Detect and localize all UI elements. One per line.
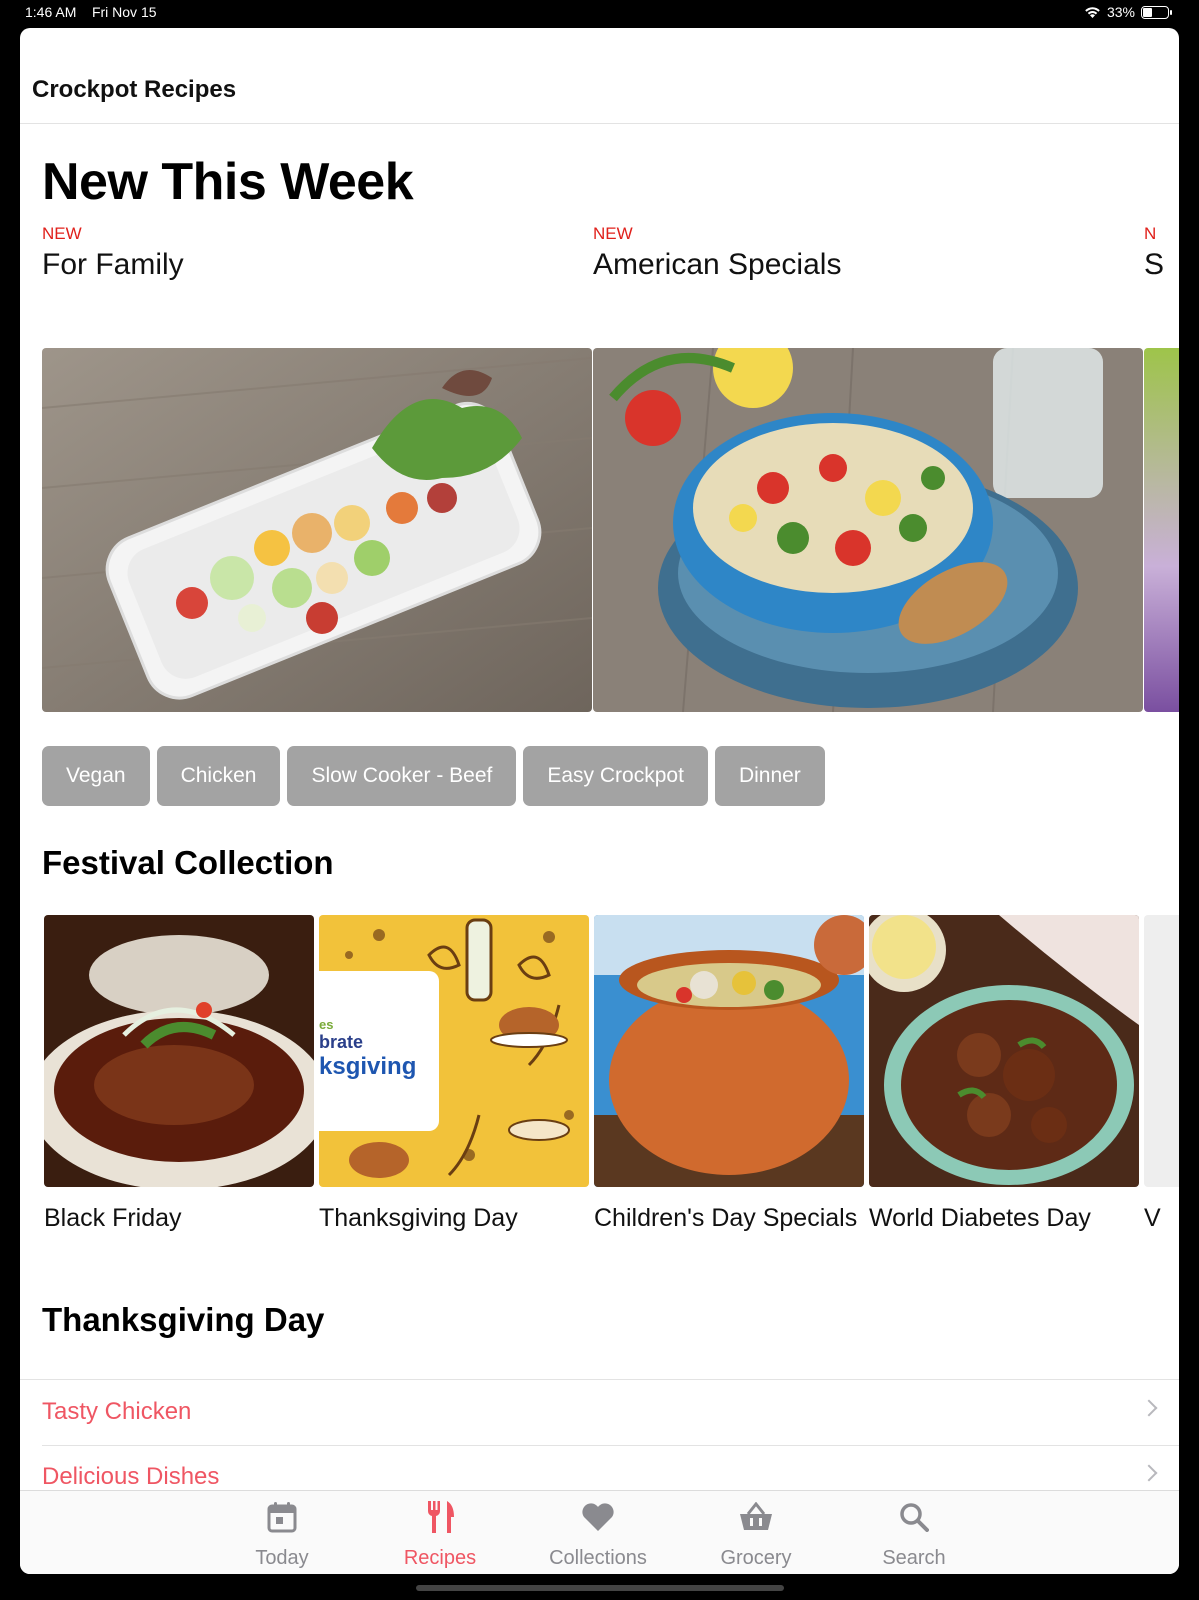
festival-item-label: V <box>1144 1204 1161 1232</box>
chevron-right-icon <box>1140 1464 1158 1482</box>
battery-icon <box>1141 5 1172 19</box>
new-this-week-heading: New This Week <box>42 153 414 211</box>
basket-icon <box>740 1502 772 1530</box>
home-indicator[interactable] <box>416 1585 784 1591</box>
partial-festival-image <box>1144 915 1179 1187</box>
tab-collections[interactable]: Collections <box>538 1497 658 1570</box>
list-item-label: Tasty Chicken <box>42 1398 192 1425</box>
tag-vegan[interactable]: Vegan <box>42 746 150 806</box>
tab-recipes[interactable]: Recipes <box>380 1497 500 1570</box>
festival-item-black-friday[interactable]: Black Friday <box>44 915 314 1237</box>
feature-title: American Specials <box>593 248 842 281</box>
battery-percent: 33% <box>1106 4 1135 20</box>
status-time-text: 1:46 AM <box>25 4 77 20</box>
navigation-bar: Crockpot Recipes <box>20 28 1179 124</box>
thanksgiving-day-heading: Thanksgiving Day <box>42 1301 325 1338</box>
nav-title: Crockpot Recipes <box>32 76 237 103</box>
festival-item-partial[interactable]: V <box>1144 915 1179 1237</box>
feature-badge: N <box>1144 224 1157 243</box>
festival-item-thanksgiving-day[interactable]: es brate ksgiving Thanksgiving Day <box>319 915 589 1237</box>
heart-icon <box>582 1503 614 1531</box>
tag-easy-crockpot[interactable]: Easy Crockpot <box>523 746 708 806</box>
thanksgiving-card: es brate ksgiving <box>319 971 439 1131</box>
search-icon <box>900 1503 929 1532</box>
thanksgiving-card-line-3: ksgiving <box>319 1053 417 1080</box>
feature-card-for-family[interactable]: NEW For Family <box>42 224 594 712</box>
festival-item-label: World Diabetes Day <box>869 1204 1091 1232</box>
thanksgiving-illustration: es brate ksgiving <box>319 915 589 1187</box>
feature-badge: NEW <box>42 224 82 243</box>
festival-collection-heading: Festival Collection <box>42 844 334 881</box>
festival-item-childrens-day[interactable]: Children's Day Specials <box>594 915 864 1237</box>
tab-search[interactable]: Search <box>854 1497 974 1570</box>
feature-card-american-specials[interactable]: NEW American Specials <box>593 224 1145 712</box>
chicken-curry-image <box>869 915 1139 1187</box>
feature-card-partial[interactable]: N S <box>1144 224 1179 712</box>
partial-feature-image[interactable] <box>1144 348 1179 712</box>
list-item-label: Delicious Dishes <box>42 1463 220 1490</box>
category-tags: Vegan Chicken Slow Cooker - Beef Easy Cr… <box>42 746 825 806</box>
tab-today[interactable]: Today <box>222 1497 342 1570</box>
tab-bar: Today Recipes Collections Grocery Search <box>20 1490 1179 1574</box>
tab-label: Grocery <box>720 1547 792 1569</box>
tag-dinner[interactable]: Dinner <box>714 746 825 806</box>
festival-item-label: Thanksgiving Day <box>319 1204 518 1232</box>
tag-slow-cooker-beef[interactable]: Slow Cooker - Beef <box>287 746 517 806</box>
festival-item-label: Children's Day Specials <box>594 1204 858 1232</box>
quinoa-bowl-image[interactable] <box>593 348 1143 712</box>
black-friday-image <box>44 915 314 1187</box>
status-time: 1:46 AM Fri Nov 15 <box>25 4 157 20</box>
chevron-right-icon <box>1140 1399 1158 1417</box>
tab-label: Today <box>255 1547 309 1569</box>
feature-title: S <box>1144 248 1165 281</box>
calendar-icon <box>267 1502 297 1533</box>
list-item-tasty-chicken[interactable]: Tasty Chicken <box>20 1379 1179 1445</box>
tab-label: Recipes <box>403 1547 477 1569</box>
thanksgiving-card-line-1: es <box>319 1017 334 1032</box>
thanksgiving-card-line-2: brate <box>319 1032 364 1052</box>
status-date-text: Fri Nov 15 <box>91 4 157 20</box>
tab-grocery[interactable]: Grocery <box>696 1497 816 1570</box>
tab-label: Collections <box>549 1547 647 1569</box>
fork-knife-icon <box>427 1501 454 1533</box>
tag-chicken[interactable]: Chicken <box>156 746 281 806</box>
status-bar: 1:46 AM Fri Nov 15 33% <box>0 0 1199 28</box>
festival-item-label: Black Friday <box>44 1204 182 1232</box>
clay-pot-image <box>594 915 864 1187</box>
feature-badge: NEW <box>593 224 633 243</box>
status-indicators: 33% <box>1084 4 1172 20</box>
wifi-icon <box>1085 6 1100 18</box>
tab-label: Search <box>882 1547 946 1569</box>
app-screen: Crockpot Recipes New This Week NEW For F… <box>20 28 1179 1574</box>
feature-title: For Family <box>42 248 184 281</box>
salad-platter-image[interactable] <box>42 348 592 712</box>
festival-item-world-diabetes-day[interactable]: World Diabetes Day <box>869 915 1139 1237</box>
